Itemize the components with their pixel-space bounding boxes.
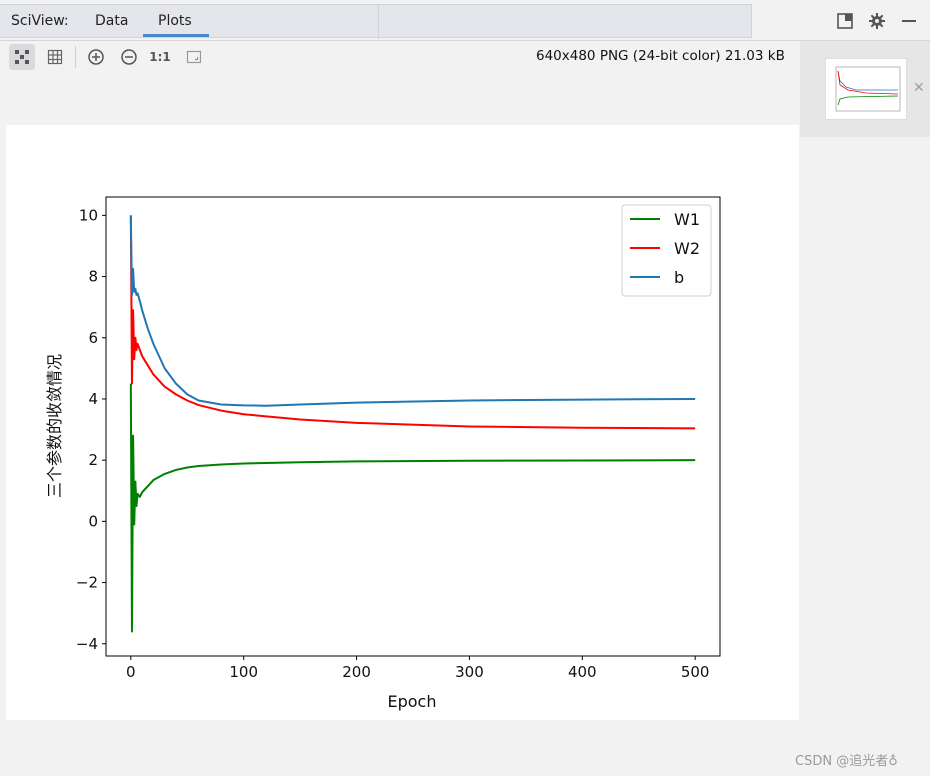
y-tick-label: −4 xyxy=(76,635,98,653)
series-line-w1 xyxy=(129,383,696,633)
y-axis-label: 三个参数的收敛情况 xyxy=(45,354,64,498)
tab-plots[interactable]: Plots xyxy=(158,13,192,29)
tab-data[interactable]: Data xyxy=(95,13,128,29)
series-layer xyxy=(129,215,696,633)
fit-screen-icon[interactable] xyxy=(181,44,207,70)
image-info: 640x480 PNG (24-bit color) 21.03 kB xyxy=(536,48,785,64)
restore-layout-icon[interactable] xyxy=(836,12,854,30)
ticks-layer: 0 100 200 300 400 500 −4 −2 0 2 4 6 8 10 xyxy=(76,206,710,681)
actual-size-button[interactable]: 1:1 xyxy=(147,44,173,70)
x-tick-label: 0 xyxy=(126,663,136,681)
y-tick-label: 6 xyxy=(88,329,98,347)
y-tick-label: 8 xyxy=(88,268,98,286)
active-tab-indicator xyxy=(143,34,209,37)
x-tick-label: 200 xyxy=(342,663,371,681)
x-tick-label: 500 xyxy=(681,663,710,681)
y-tick-label: 2 xyxy=(88,451,98,469)
watermark: CSDN @追光者♁ xyxy=(795,754,898,769)
plot-canvas: 0 100 200 300 400 500 −4 −2 0 2 4 6 8 10 Epoch 三个参数的收… xyxy=(6,125,799,720)
minimize-icon[interactable] xyxy=(900,12,918,30)
x-tick-label: 400 xyxy=(568,663,597,681)
gear-icon[interactable] xyxy=(868,12,886,30)
zoom-out-icon[interactable] xyxy=(116,44,142,70)
x-axis-label: Epoch xyxy=(388,692,437,711)
y-tick-label: 4 xyxy=(88,390,98,408)
sciview-label: SciView: xyxy=(11,13,69,29)
y-tick-label: −2 xyxy=(76,574,98,592)
legend-label: b xyxy=(674,268,684,287)
plot-thumbnail[interactable] xyxy=(825,58,907,120)
zoom-in-icon[interactable] xyxy=(83,44,109,70)
close-thumbnail-icon[interactable]: ✕ xyxy=(913,80,925,96)
legend: W1 W2 b xyxy=(621,204,712,297)
fit-to-window-icon[interactable] xyxy=(9,44,35,70)
y-tick-label: 10 xyxy=(79,206,98,224)
x-tick-label: 300 xyxy=(455,663,484,681)
legend-label: W2 xyxy=(674,239,700,258)
toolbar-divider xyxy=(75,46,76,68)
series-line-w2 xyxy=(129,215,696,430)
grid-icon[interactable] xyxy=(42,44,68,70)
legend-label: W1 xyxy=(674,210,700,229)
x-tick-label: 100 xyxy=(229,663,258,681)
tab-strip-divider xyxy=(378,5,379,39)
y-tick-label: 0 xyxy=(88,512,98,530)
line-chart: 0 100 200 300 400 500 −4 −2 0 2 4 6 8 10 Epoch 三个参数的收… xyxy=(45,196,721,711)
series-line-b xyxy=(129,215,696,407)
top-bar: SciView: Data Plots xyxy=(0,0,930,41)
